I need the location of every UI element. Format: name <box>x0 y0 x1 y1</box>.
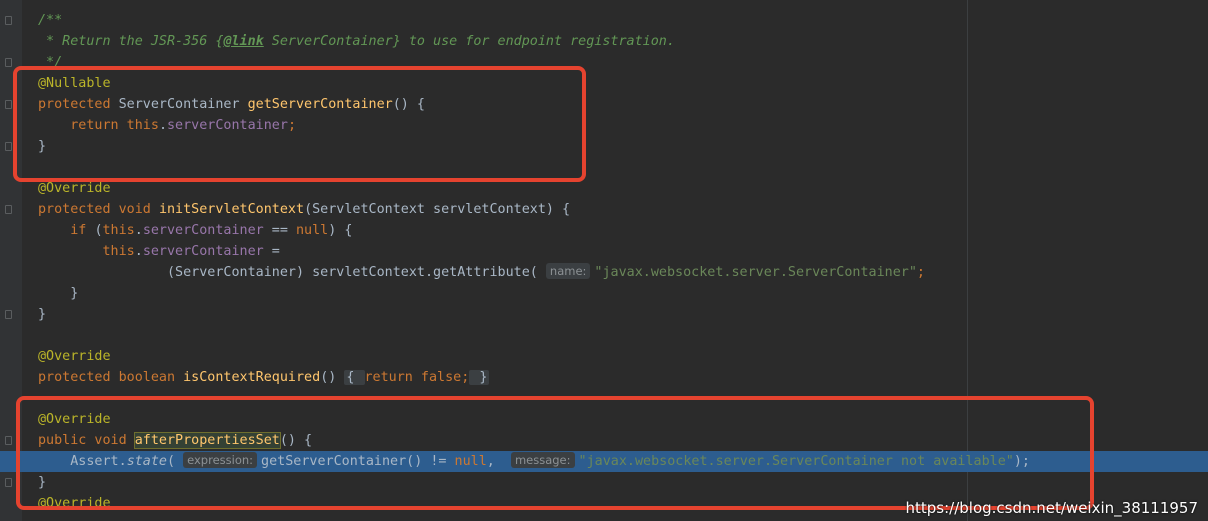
code-line[interactable]: (ServerContainer) servletContext.getAttr… <box>38 262 1208 283</box>
fold-marker-icon[interactable] <box>5 142 12 151</box>
code-line[interactable]: if (this.serverContainer == null) { <box>38 220 1208 241</box>
code-token: ; <box>916 265 925 280</box>
code-line[interactable]: } <box>38 283 1208 304</box>
code-token: "javax.websocket.server.ServerContainer" <box>594 265 917 280</box>
code-token: } <box>469 370 490 385</box>
code-token: ) { <box>328 223 353 238</box>
fold-marker-icon[interactable] <box>5 100 12 109</box>
code-token: (ServerContainer) servletContext.getAttr… <box>38 265 546 280</box>
code-token: } <box>38 307 47 322</box>
code-token: protected boolean <box>38 370 184 385</box>
code-token: . <box>134 223 143 238</box>
code-line[interactable]: } <box>38 304 1208 325</box>
code-line[interactable]: this.serverContainer = <box>38 241 1208 262</box>
code-token: serverContainer <box>142 244 264 259</box>
code-token: @link <box>223 34 264 49</box>
code-token: return false; <box>364 370 470 385</box>
highlight-box-getter <box>13 66 586 182</box>
code-token: () <box>320 370 345 385</box>
fold-marker-icon[interactable] <box>5 436 12 445</box>
code-token: /** <box>38 13 63 28</box>
code-line[interactable]: protected boolean isContextRequired() { … <box>38 367 1208 388</box>
fold-marker-icon[interactable] <box>5 478 12 487</box>
code-token: serverContainer <box>142 223 264 238</box>
highlight-box-afterpropertiesset <box>16 396 1094 510</box>
code-token: this <box>102 223 135 238</box>
fold-marker-icon[interactable] <box>5 16 12 25</box>
code-token: (ServletContext servletContext) { <box>304 202 571 217</box>
code-line[interactable]: protected void initServletContext(Servle… <box>38 199 1208 220</box>
code-line[interactable]: * Return the JSR-356 {@link ServerContai… <box>38 31 1208 52</box>
fold-marker-icon[interactable] <box>5 310 12 319</box>
code-token: @Override <box>38 349 111 364</box>
code-token: isContextRequired <box>183 370 321 385</box>
code-token: * Return the JSR-356 { <box>38 34 224 49</box>
code-token: initServletContext <box>158 202 305 217</box>
code-token: = <box>263 244 280 259</box>
code-token: == <box>263 223 296 238</box>
code-line[interactable]: @Override <box>38 346 1208 367</box>
parameter-hint: name: <box>545 263 591 279</box>
code-token: this <box>102 244 135 259</box>
code-line[interactable]: /** <box>38 10 1208 31</box>
fold-marker-icon[interactable] <box>5 58 12 67</box>
code-token: null <box>296 223 329 238</box>
code-token: } <box>38 286 79 301</box>
code-token: { <box>344 370 365 385</box>
code-token: ServerContainer} to use for endpoint reg… <box>263 34 675 49</box>
code-token: @Override <box>38 181 111 196</box>
code-token: ( <box>94 223 103 238</box>
code-token: protected void <box>38 202 159 217</box>
fold-marker-icon[interactable] <box>5 205 12 214</box>
code-token: . <box>134 244 143 259</box>
watermark-text: https://blog.csdn.net/weixin_38111957 <box>905 499 1198 517</box>
code-line[interactable] <box>38 325 1208 346</box>
code-token: if <box>70 223 95 238</box>
